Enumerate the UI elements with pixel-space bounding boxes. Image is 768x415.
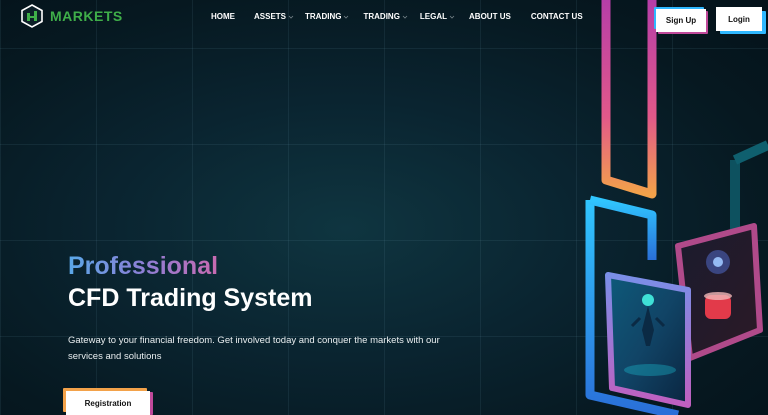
signup-button-wrap: Sign Up: [654, 7, 708, 34]
hero-title: CFD Trading System: [68, 284, 313, 312]
nav-trading-2[interactable]: TRADING: [363, 12, 408, 21]
nav-about-us[interactable]: ABOUT US: [469, 12, 511, 21]
brand-name: MARKETS: [50, 8, 123, 24]
nav-home[interactable]: HOME: [211, 12, 235, 21]
hero-subtitle: Gateway to your financial freedom. Get i…: [68, 335, 440, 362]
hexagon-logo-icon: [21, 4, 43, 28]
nav-legal[interactable]: LEGAL: [420, 12, 455, 21]
login-button[interactable]: Login: [716, 7, 762, 31]
chevron-down-icon: [402, 15, 408, 19]
nav-about-us-label: ABOUT US: [469, 12, 511, 21]
registration-button-wrap: Registration: [63, 388, 153, 415]
chevron-down-icon: [288, 15, 294, 19]
nav-home-label: HOME: [211, 12, 235, 21]
chevron-down-icon: [449, 15, 455, 19]
signup-button[interactable]: Sign Up: [656, 9, 706, 32]
nav-trading-label: TRADING: [305, 12, 342, 21]
login-button-wrap: Login: [716, 7, 766, 34]
nav-trading[interactable]: TRADING: [305, 12, 349, 21]
nav-assets[interactable]: ASSETS: [254, 12, 294, 21]
nav-legal-label: LEGAL: [419, 12, 448, 21]
main-nav: HOME ASSETS TRADING TRADING LEGAL ABOUT …: [211, 12, 583, 21]
brand-logo[interactable]: MARKETS: [20, 4, 123, 28]
decorative-neon-art: [585, 0, 768, 415]
nav-assets-label: ASSETS: [254, 12, 287, 21]
hero-title-highlight: Professional: [68, 252, 219, 280]
chevron-down-icon: [344, 15, 349, 19]
registration-button[interactable]: Registration: [66, 391, 150, 415]
nav-trading-2-label: TRADING: [363, 12, 400, 21]
